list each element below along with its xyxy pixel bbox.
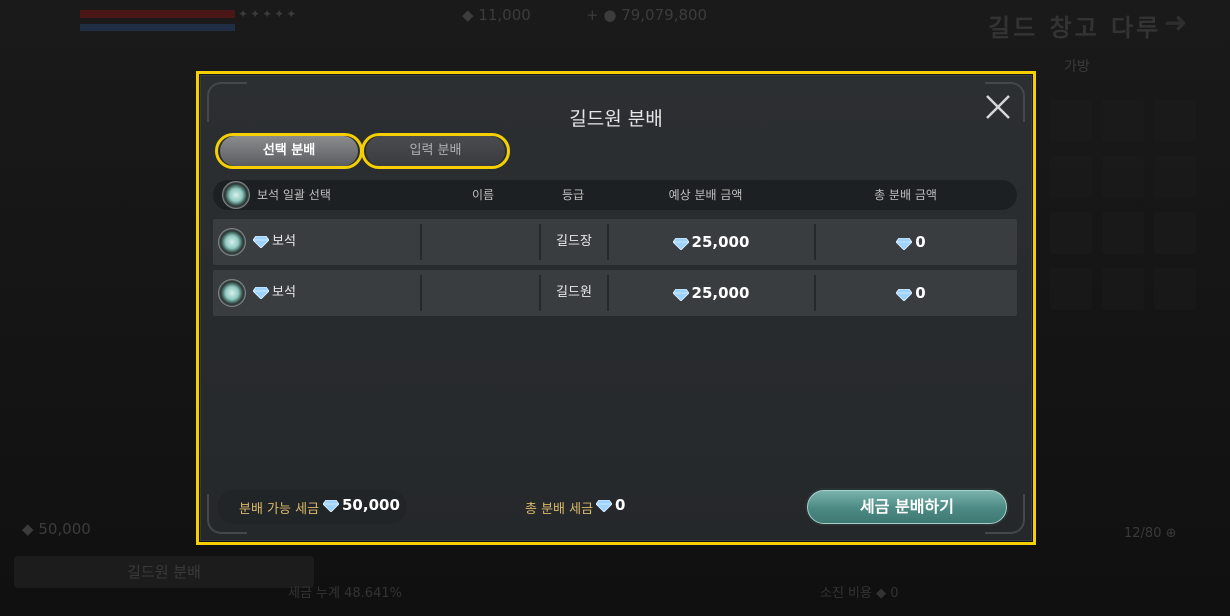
dialog-highlight-frame	[196, 71, 1036, 545]
bag-tab[interactable]: 가방	[1064, 56, 1090, 76]
warehouse-title: 길드 창고 다루	[988, 14, 1162, 42]
resource-2-value: 79,079,800	[621, 6, 708, 24]
tax-total-value: 48.641%	[344, 586, 402, 601]
hp-bar	[80, 10, 235, 18]
left-tax-amount: ◆ 50,000	[22, 520, 91, 538]
left-tax-value: 50,000	[38, 520, 91, 538]
cost-value: 0	[890, 586, 899, 601]
inventory-grid	[1050, 100, 1200, 320]
tax-total-label: 세금 누계 48.641%	[288, 582, 402, 601]
guild-distribute-button[interactable]: 길드원 분배	[14, 556, 314, 588]
resource-1: ◆ 11,000	[462, 6, 531, 24]
slot-count-value: 12/80	[1124, 526, 1162, 541]
mp-bar	[80, 24, 235, 31]
cost-text: 소진 비용	[820, 586, 872, 601]
slot-count: 12/80 ⊕	[1124, 526, 1177, 541]
resource-2: + ● 79,079,800	[586, 6, 708, 24]
cost-label: 소진 비용 ◆ 0	[820, 586, 899, 601]
buff-icons: ✦✦✦✦✦	[238, 7, 299, 21]
arrow-right-icon[interactable]: ➜	[1164, 6, 1187, 39]
tax-total-text: 세금 누계	[288, 586, 340, 601]
resource-1-value: 11,000	[478, 6, 531, 24]
